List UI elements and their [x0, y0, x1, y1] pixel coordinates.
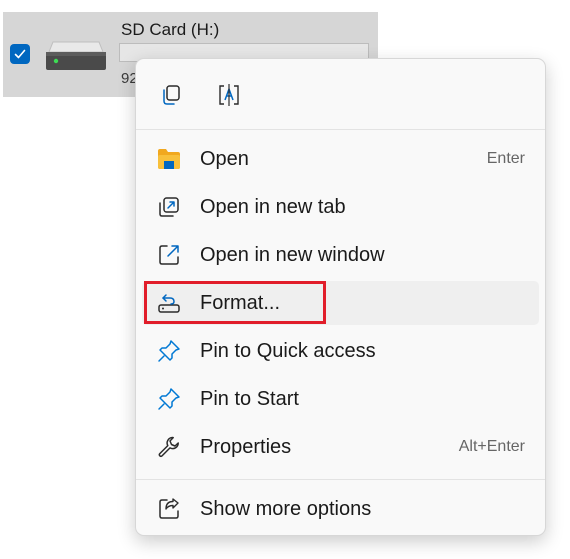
copy-button[interactable]	[154, 79, 188, 111]
drive-free-space-text: 92	[121, 70, 136, 87]
pin-icon	[158, 340, 180, 362]
open-new-tab-icon	[159, 197, 179, 217]
quick-actions-row	[136, 59, 545, 129]
menu-item-pin-to-quick-access[interactable]: Pin to Quick access	[142, 329, 539, 373]
menu-item-properties[interactable]: Properties Alt+Enter	[142, 425, 539, 469]
menu-item-shortcut: Alt+Enter	[458, 438, 525, 455]
menu-item-label: Open in new window	[200, 244, 385, 266]
menu-item-shortcut: Enter	[486, 150, 525, 167]
menu-item-label: Open in new tab	[200, 196, 346, 218]
menu-item-label: Show more options	[200, 498, 372, 520]
menu-item-label: Open	[200, 148, 249, 170]
menu-item-label: Properties	[200, 436, 292, 458]
pin-icon	[158, 388, 180, 410]
drive-name: SD Card (H:)	[121, 20, 220, 39]
checkmark-icon	[14, 49, 26, 59]
menu-item-label: Pin to Quick access	[200, 340, 376, 362]
menu-item-open[interactable]: Open Enter	[142, 137, 539, 181]
share-icon	[159, 498, 179, 519]
drive-select-checkbox[interactable]	[10, 44, 30, 64]
wrench-icon	[158, 436, 179, 458]
menu-divider	[136, 129, 545, 130]
folder-icon	[158, 149, 180, 169]
menu-item-open-in-new-window[interactable]: Open in new window	[142, 233, 539, 277]
format-highlight-box	[144, 281, 326, 324]
open-new-window-icon	[159, 245, 179, 265]
menu-item-label: Pin to Start	[200, 388, 299, 410]
menu-item-show-more-options[interactable]: Show more options	[142, 487, 539, 531]
rename-button[interactable]	[213, 79, 247, 111]
removable-drive-icon	[46, 41, 106, 70]
copy-icon	[163, 85, 180, 105]
rename-icon	[219, 84, 239, 106]
menu-divider	[136, 479, 545, 480]
menu-item-open-in-new-tab[interactable]: Open in new tab	[142, 185, 539, 229]
menu-item-pin-to-start[interactable]: Pin to Start	[142, 377, 539, 421]
